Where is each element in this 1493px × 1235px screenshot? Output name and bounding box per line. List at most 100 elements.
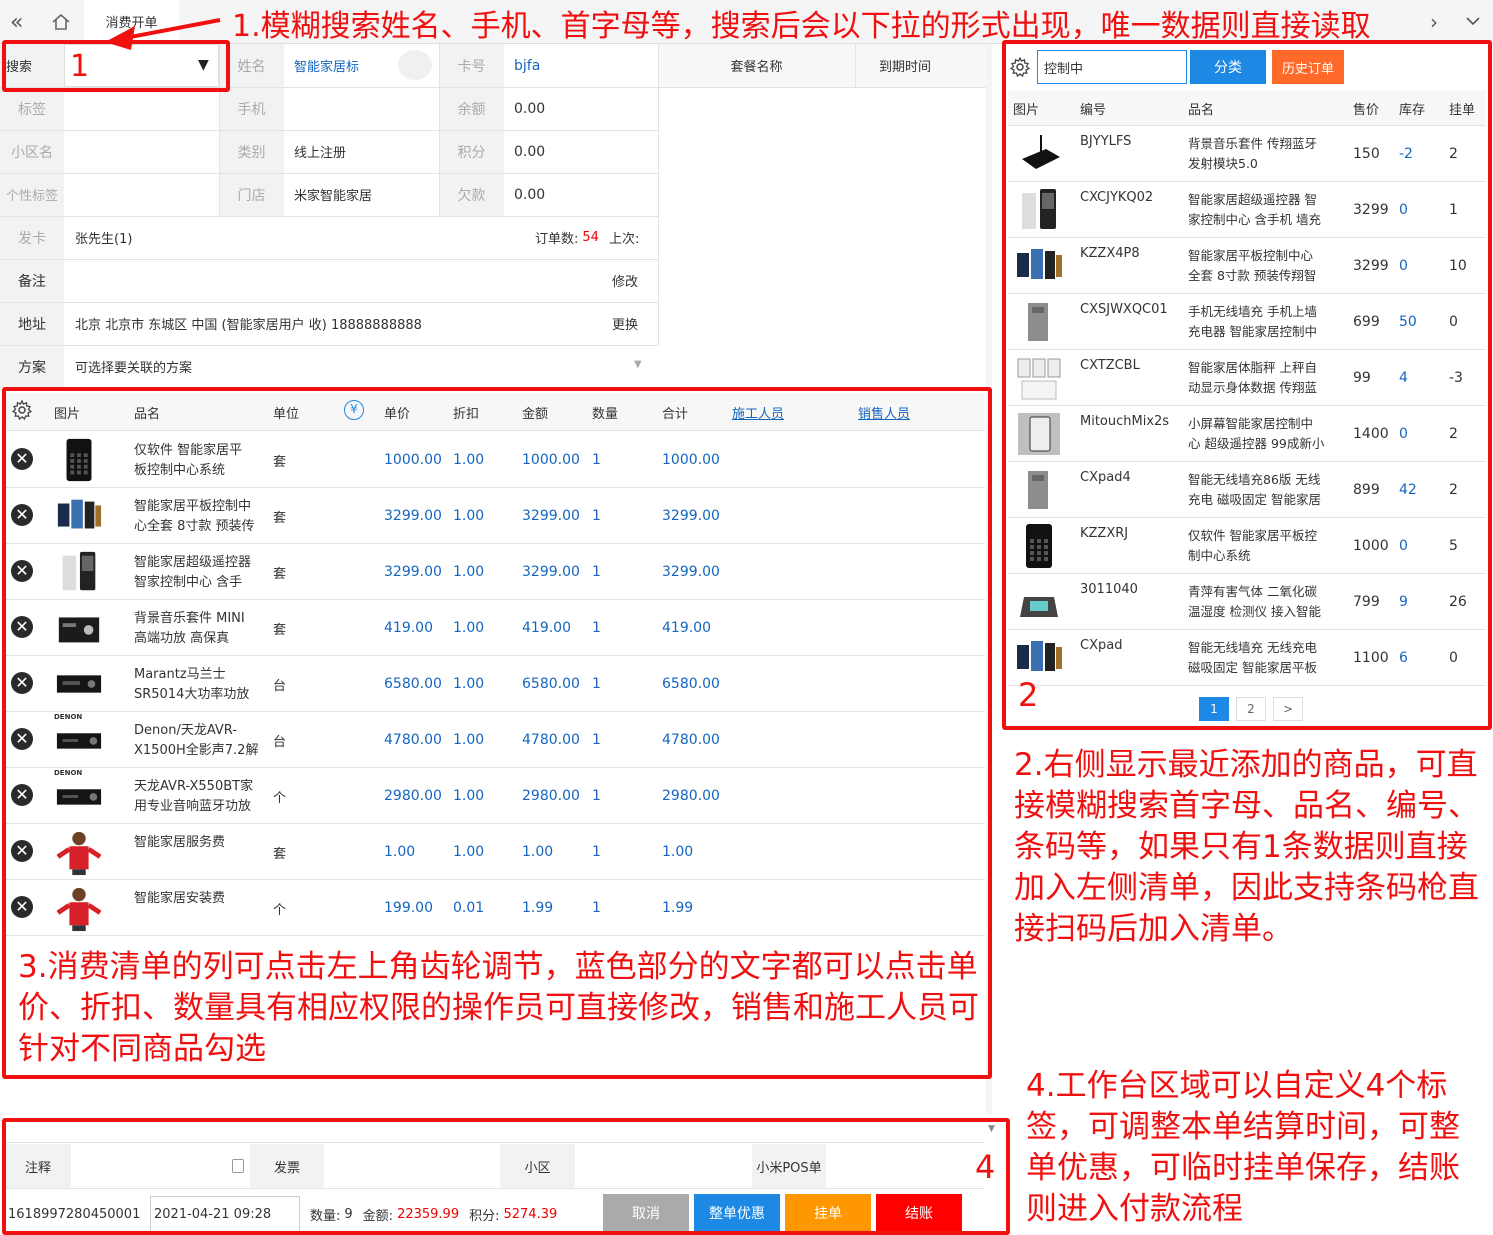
order-item-discount[interactable]: 1.00	[453, 824, 484, 880]
card-value[interactable]: bjfa	[514, 44, 654, 87]
product-stock[interactable]: 6	[1399, 630, 1408, 686]
order-col-installer[interactable]: 施工人员	[732, 393, 784, 431]
order-item-discount[interactable]: 1.00	[453, 712, 484, 768]
collapse-icon[interactable]: «	[10, 10, 23, 35]
remark-edit-link[interactable]: 修改	[612, 259, 656, 302]
page-button[interactable]: 2	[1236, 697, 1266, 721]
order-item-qty[interactable]: 1	[592, 768, 601, 824]
product-stock[interactable]: 0	[1399, 406, 1408, 462]
order-item-discount[interactable]: 1.00	[453, 656, 484, 712]
order-item-amount[interactable]: 6580.00	[522, 656, 580, 712]
page-button[interactable]: >	[1273, 697, 1303, 721]
product-stock[interactable]: 0	[1399, 182, 1408, 238]
product-stock[interactable]: 0	[1399, 518, 1408, 574]
plan-select[interactable]: 可选择要关联的方案 ▼	[64, 345, 658, 388]
order-item-qty[interactable]: 1	[592, 880, 601, 936]
remove-item-icon[interactable]: ✕	[11, 448, 33, 470]
order-item-discount[interactable]: 1.00	[453, 768, 484, 824]
order-col-sales[interactable]: 销售人员	[858, 393, 910, 431]
order-item-total[interactable]: 2980.00	[662, 768, 720, 824]
order-item-price[interactable]: 4780.00	[384, 712, 442, 768]
order-item-discount[interactable]: 1.00	[453, 600, 484, 656]
order-item-price[interactable]: 3299.00	[384, 488, 442, 544]
order-item-amount[interactable]: 4780.00	[522, 712, 580, 768]
order-item-qty[interactable]: 1	[592, 824, 601, 880]
order-item-amount[interactable]: 1.00	[522, 824, 553, 880]
order-item-total[interactable]: 1.99	[662, 880, 693, 936]
order-item-total[interactable]: 1000.00	[662, 432, 720, 488]
order-item-amount[interactable]: 3299.00	[522, 544, 580, 600]
remove-item-icon[interactable]: ✕	[11, 616, 33, 638]
remove-item-icon[interactable]: ✕	[11, 672, 33, 694]
order-item-discount[interactable]: 1.00	[453, 544, 484, 600]
order-item-amount[interactable]: 419.00	[522, 600, 571, 656]
order-item-price[interactable]: 419.00	[384, 600, 433, 656]
remove-item-icon[interactable]: ✕	[11, 504, 33, 526]
product-stock[interactable]: 42	[1399, 462, 1417, 518]
history-orders-button[interactable]: 历史订单	[1272, 50, 1344, 84]
tab-menu-chevron-icon[interactable]	[1465, 14, 1481, 30]
remove-item-icon[interactable]: ✕	[11, 840, 33, 862]
community-input[interactable]	[575, 1144, 752, 1188]
name-value[interactable]: 智能家居标	[294, 44, 394, 87]
checkout-button[interactable]: 结账	[876, 1194, 962, 1232]
order-item-price[interactable]: 1000.00	[384, 432, 442, 488]
product-name-line2: 温湿度 检测仪 接入智能	[1188, 604, 1321, 619]
order-item-discount[interactable]: 0.01	[453, 880, 484, 936]
order-item-discount[interactable]: 1.00	[453, 488, 484, 544]
order-item-qty[interactable]: 1	[592, 432, 601, 488]
order-item-total[interactable]: 6580.00	[662, 656, 720, 712]
column-settings-gear-icon[interactable]	[11, 399, 33, 424]
home-icon[interactable]	[52, 13, 70, 34]
product-settings-gear-icon[interactable]	[1009, 56, 1031, 81]
left-scrollbar[interactable]	[986, 44, 992, 1114]
note-expand-icon[interactable]	[232, 1159, 244, 1173]
order-item-total[interactable]: 1.00	[662, 824, 693, 880]
product-stock[interactable]: 50	[1399, 294, 1417, 350]
classify-button[interactable]: 分类	[1190, 50, 1266, 84]
pos-order-input[interactable]	[826, 1144, 976, 1188]
cancel-button[interactable]: 取消	[603, 1194, 689, 1232]
order-item-price[interactable]: 1.00	[384, 824, 415, 880]
order-item-amount[interactable]: 1.99	[522, 880, 553, 936]
order-item-name: 天龙AVR-X550BT家 用专业音响蓝牙功放	[134, 777, 270, 817]
order-item-price[interactable]: 6580.00	[384, 656, 442, 712]
remove-item-icon[interactable]: ✕	[11, 560, 33, 582]
whole-order-discount-button[interactable]: 整单优惠	[694, 1194, 780, 1232]
order-item-qty[interactable]: 1	[592, 656, 601, 712]
address-change-link[interactable]: 更换	[612, 302, 656, 345]
product-stock[interactable]: -2	[1399, 126, 1413, 182]
product-search-input[interactable]	[1037, 50, 1187, 84]
currency-icon[interactable]: ¥	[344, 400, 364, 420]
order-item-total[interactable]: 3299.00	[662, 544, 720, 600]
product-stock[interactable]: 0	[1399, 238, 1408, 294]
order-item-price[interactable]: 199.00	[384, 880, 433, 936]
order-item-name-line1: 背景音乐套件 MINI	[134, 611, 245, 626]
remove-item-icon[interactable]: ✕	[11, 728, 33, 750]
order-item-total[interactable]: 3299.00	[662, 488, 720, 544]
order-count-value[interactable]: 54	[582, 230, 599, 245]
order-item-price[interactable]: 2980.00	[384, 768, 442, 824]
order-item-amount[interactable]: 1000.00	[522, 432, 580, 488]
order-item-amount[interactable]: 3299.00	[522, 488, 580, 544]
order-col-price: 单价	[384, 406, 411, 422]
invoice-input[interactable]	[324, 1144, 500, 1188]
order-item-qty[interactable]: 1	[592, 544, 601, 600]
order-item-qty[interactable]: 1	[592, 488, 601, 544]
remove-item-icon[interactable]: ✕	[11, 896, 33, 918]
page-button[interactable]: 1	[1199, 697, 1229, 721]
footer-scroll-arrow-icon[interactable]: ▼	[988, 1124, 995, 1134]
order-item-total[interactable]: 419.00	[662, 600, 711, 656]
settle-datetime-input[interactable]	[150, 1196, 300, 1232]
order-item-amount[interactable]: 2980.00	[522, 768, 580, 824]
order-item-qty[interactable]: 1	[592, 712, 601, 768]
order-item-price[interactable]: 3299.00	[384, 544, 442, 600]
note-input[interactable]	[71, 1144, 250, 1188]
product-stock[interactable]: 4	[1399, 350, 1408, 406]
order-item-qty[interactable]: 1	[592, 600, 601, 656]
product-stock[interactable]: 9	[1399, 574, 1408, 630]
remove-item-icon[interactable]: ✕	[11, 784, 33, 806]
hold-order-button[interactable]: 挂单	[785, 1194, 871, 1232]
order-item-discount[interactable]: 1.00	[453, 432, 484, 488]
order-item-total[interactable]: 4780.00	[662, 712, 720, 768]
